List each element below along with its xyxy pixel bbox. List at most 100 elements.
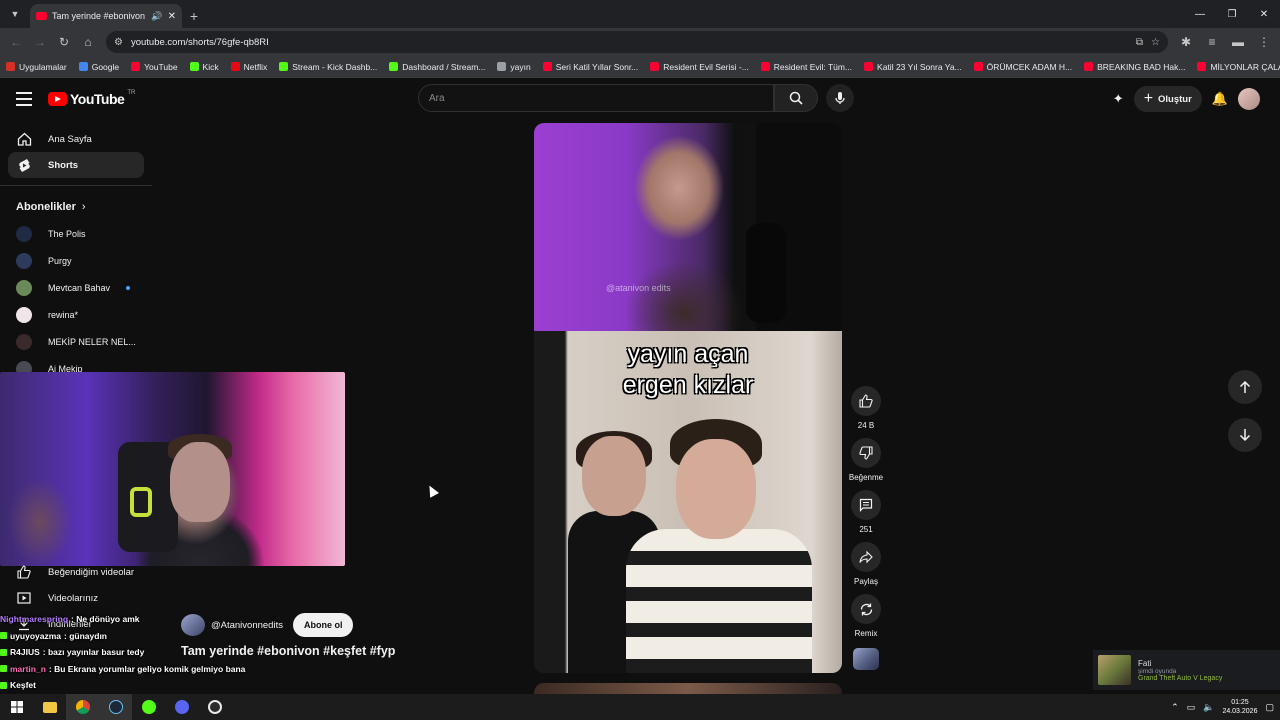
bookmark-star-icon[interactable]: ☆ (1151, 37, 1160, 48)
bookmark-item[interactable]: Seri Katil Yıllar Sonr... (542, 61, 639, 72)
browser-menu-icon[interactable]: ⋮ (1252, 30, 1276, 54)
extensions-icon[interactable]: ✱ (1174, 30, 1198, 54)
subscriptions-title: Abonelikler (16, 201, 76, 213)
subscription-item[interactable]: Mevtcan Bahav (0, 274, 152, 301)
subscriptions-header[interactable]: Abonelikler › (0, 194, 152, 220)
bookmark-favicon-icon (760, 62, 770, 71)
share-button[interactable] (851, 542, 881, 572)
restore-button[interactable]: ❐ (1216, 0, 1248, 28)
bookmark-item[interactable]: Katil 23 Yıl Sonra Ya... (864, 62, 962, 72)
extension-folder-icon[interactable]: ▬ (1226, 30, 1250, 54)
site-info-icon[interactable]: ⚙ (114, 37, 123, 48)
sidebar-item-shorts[interactable]: Shorts (8, 152, 144, 178)
bookmark-item[interactable]: Kick (189, 62, 219, 72)
friend-name: Fati (1138, 658, 1152, 668)
like-action[interactable]: 24 B (846, 386, 886, 430)
close-window-button[interactable]: ✕ (1248, 0, 1280, 28)
volume-icon[interactable]: 🔈 (1203, 702, 1214, 713)
taskbar-file-explorer[interactable] (33, 694, 66, 720)
sidebar-item-liked-videos[interactable]: Beğendiğim videolar (8, 559, 144, 585)
bookmark-item[interactable]: Stream - Kick Dashb... (279, 62, 377, 72)
subscription-item[interactable]: rewina* (0, 301, 152, 328)
bookmark-item[interactable]: MİLYONLAR ÇALAR... (1197, 62, 1280, 72)
address-bar[interactable]: ⚙ youtube.com/shorts/76gfe-qb8RI ⧉ ☆ (106, 31, 1168, 53)
bookmark-item[interactable]: ÖRÜMCEK ADAM H... (973, 62, 1072, 72)
share-arrow-icon (859, 550, 873, 564)
tray-chevron-icon[interactable]: ⌃ (1171, 702, 1179, 713)
home-button[interactable]: ⌂ (76, 30, 100, 54)
video-bottom-clip: yayın açan ergen kızlar (534, 331, 842, 673)
bookmark-label: yayın (510, 61, 531, 72)
steam-notification[interactable]: Fati şimdi oyunda Grand Theft Auto V Leg… (1093, 650, 1280, 690)
forward-button[interactable]: → (28, 30, 52, 54)
bookmark-item[interactable]: Uygulamalar (6, 62, 67, 72)
bookmark-item[interactable]: Resident Evil: Tüm... (760, 62, 852, 72)
comments-action[interactable]: 251 (846, 490, 886, 534)
bookmark-favicon-icon (230, 62, 240, 71)
taskbar-obs[interactable] (198, 694, 231, 720)
voice-search-button[interactable] (826, 84, 854, 112)
start-button[interactable] (0, 694, 33, 720)
account-avatar[interactable] (1238, 88, 1260, 110)
notifications-icon[interactable]: ▢ (1265, 702, 1274, 713)
chat-username: Keşfet (10, 680, 36, 690)
bookmark-label: Stream - Kick Dashb... (292, 61, 378, 72)
sidebar-item-home[interactable]: Ana Sayfa (8, 126, 144, 152)
install-app-icon[interactable]: ⧉ (1136, 37, 1143, 48)
bookmark-item[interactable]: Google (78, 62, 119, 72)
search-input[interactable]: Ara (418, 84, 774, 112)
bookmark-label: Seri Katil Yıllar Sonr... (555, 61, 639, 72)
youtube-logo[interactable]: YouTube TR (48, 90, 135, 107)
bookmark-item[interactable]: yayın (497, 61, 531, 72)
taskbar-discord[interactable] (165, 694, 198, 720)
media-control-icon[interactable]: ≡ (1200, 30, 1224, 54)
browser-tab-active[interactable]: Tam yerinde #ebonivon #keşfet #fyp - You… (30, 4, 182, 28)
bookmark-item[interactable]: YouTube (131, 62, 178, 72)
bookmark-item[interactable]: Netflix (230, 62, 267, 72)
bookmark-item[interactable]: BREAKING BAD Hak... (1084, 62, 1185, 72)
next-short-button[interactable] (1228, 418, 1262, 452)
taskbar-kick[interactable] (132, 694, 165, 720)
bookmark-item[interactable]: Resident Evil Serisi -... (650, 62, 749, 72)
streamer-webcam-overlay (0, 372, 345, 566)
create-button[interactable]: + Oluştur (1133, 86, 1202, 112)
network-icon[interactable]: ▭ (1187, 702, 1196, 713)
folder-icon (42, 701, 57, 713)
share-action[interactable]: Paylaş (846, 542, 886, 586)
sidebar-item-your-videos[interactable]: Videolarınız (8, 585, 144, 611)
like-button[interactable] (851, 386, 881, 416)
remix-action[interactable]: Remix (846, 594, 886, 638)
menu-hamburger-icon[interactable] (16, 92, 32, 106)
premium-sparkle-icon[interactable]: ✦ (1113, 91, 1124, 107)
close-tab-icon[interactable]: ✕ (168, 11, 176, 22)
comments-button[interactable] (851, 490, 881, 520)
minimize-button[interactable]: — (1184, 0, 1216, 28)
notifications-bell-icon[interactable]: 🔔 (1212, 91, 1228, 107)
subscription-item[interactable]: MEKİP NELER NEL... (0, 328, 152, 355)
subscription-name: Mevtcan Bahav (48, 282, 111, 293)
tab-search-button[interactable]: ▼ (4, 3, 26, 25)
new-tab-button[interactable]: + (182, 4, 206, 28)
short-video-player[interactable]: @atanivon edits yayın açan ergen kızlar (534, 123, 842, 673)
subscription-item[interactable]: Purgy (0, 247, 152, 274)
bookmark-item[interactable]: Dashboard / Stream... (389, 62, 485, 72)
chat-message: R4JIUS: bazı yayınlar basur tedy (0, 644, 230, 661)
share-label: Paylaş (853, 577, 878, 586)
subscribe-button[interactable]: Abone ol (292, 613, 354, 637)
dislike-button[interactable] (851, 438, 881, 468)
taskbar-chrome[interactable] (66, 694, 99, 720)
subscription-item[interactable]: The Polis (0, 220, 152, 247)
search-button[interactable] (774, 84, 818, 112)
reload-button[interactable]: ↻ (52, 30, 76, 54)
subscription-name: Purgy (48, 255, 72, 266)
previous-short-button[interactable] (1228, 370, 1262, 404)
back-button[interactable]: ← (4, 30, 28, 54)
clock[interactable]: 01:25 24.03.2026 (1222, 698, 1257, 716)
taskbar-steam[interactable] (99, 694, 132, 720)
dislike-action[interactable]: Beğenme (846, 438, 886, 482)
browser-toolbar: ← → ↻ ⌂ ⚙ youtube.com/shorts/76gfe-qb8RI… (0, 28, 1280, 56)
remix-button[interactable] (851, 594, 881, 624)
bookmark-favicon-icon (973, 62, 983, 71)
sound-channel-thumbnail[interactable] (853, 648, 879, 670)
audio-playing-icon[interactable]: 🔊 (151, 11, 162, 22)
